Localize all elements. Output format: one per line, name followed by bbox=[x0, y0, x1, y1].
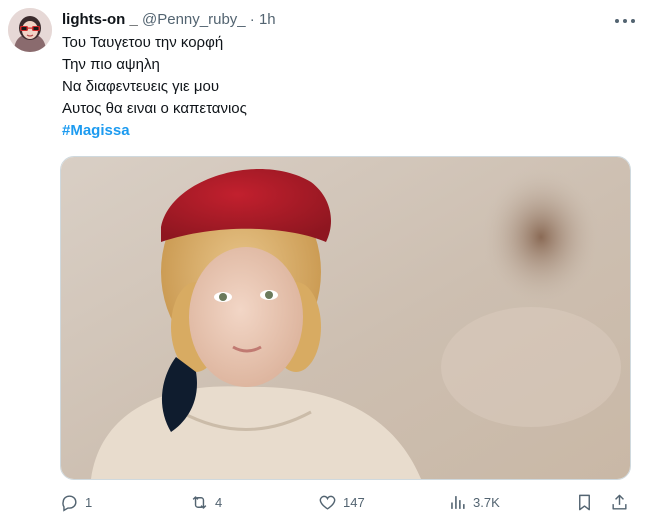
retweet-count: 4 bbox=[215, 494, 223, 510]
tweet-line: Αυτος θα ειναι ο καπετανιος bbox=[62, 100, 247, 117]
views-button[interactable]: 3.7K bbox=[448, 490, 500, 514]
bookmark-button[interactable] bbox=[575, 490, 594, 514]
share-button[interactable] bbox=[610, 490, 629, 514]
tweet-line: Του Ταυγετου την κορφή bbox=[62, 34, 224, 51]
avatar[interactable] bbox=[8, 8, 52, 52]
photo-child-red-fez bbox=[61, 157, 630, 479]
reply-icon bbox=[62, 494, 77, 512]
tweet-actions: 1 4 147 3.7K bbox=[60, 490, 640, 514]
tweet-line: Να διαφεντευεις γιε μου bbox=[62, 78, 220, 95]
avatar-image bbox=[8, 8, 52, 52]
views-icon bbox=[451, 495, 465, 509]
like-count: 147 bbox=[343, 494, 365, 510]
views-count: 3.7K bbox=[473, 494, 500, 510]
author-handle[interactable]: @Penny_ruby_ bbox=[142, 11, 246, 28]
tweet-header: lights-on _ @Penny_ruby_ · 1h bbox=[62, 9, 623, 31]
tweet-text: Του Ταυγετου την κορφή Την πιο αψηλη Να … bbox=[62, 32, 622, 142]
timestamp[interactable]: 1h bbox=[259, 11, 276, 28]
tweet-line: Την πιο αψηλη bbox=[62, 56, 160, 73]
reply-count: 1 bbox=[85, 494, 93, 510]
bookmark-icon bbox=[579, 494, 590, 510]
tweet[interactable]: lights-on _ @Penny_ruby_ · 1h Του Ταυγετ… bbox=[0, 0, 663, 516]
more-icon[interactable] bbox=[613, 12, 637, 30]
like-button[interactable]: 147 bbox=[318, 490, 365, 514]
retweet-button[interactable]: 4 bbox=[190, 490, 222, 514]
tweet-media-photo[interactable] bbox=[60, 156, 631, 480]
heart-icon bbox=[319, 495, 336, 510]
retweet-icon bbox=[192, 495, 207, 509]
hashtag-link[interactable]: #Magissa bbox=[62, 122, 130, 139]
share-icon bbox=[612, 494, 627, 510]
author-name[interactable]: lights-on _ bbox=[62, 11, 138, 28]
separator-dot: · bbox=[249, 11, 255, 28]
reply-button[interactable]: 1 bbox=[60, 490, 92, 514]
